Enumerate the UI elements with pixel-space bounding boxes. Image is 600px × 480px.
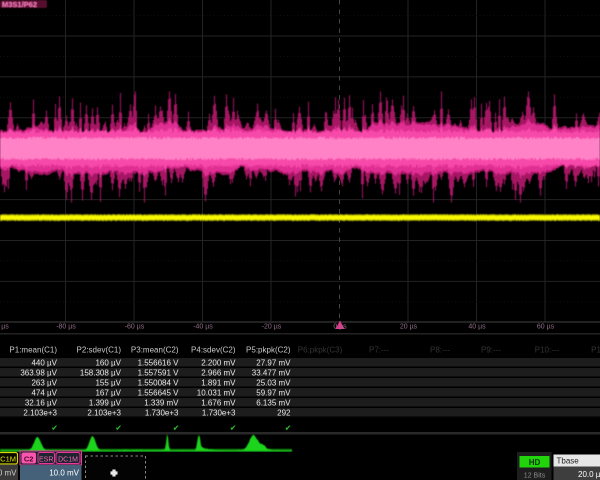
svg-text:167 µV: 167 µV: [95, 389, 121, 398]
svg-text:P11: P11: [591, 346, 600, 355]
svg-text:P8:---: P8:---: [430, 346, 450, 355]
svg-text:P5:pkpk(C2): P5:pkpk(C2): [246, 346, 291, 355]
svg-text:25.03 mV: 25.03 mV: [256, 379, 291, 388]
svg-text:1.399 µV: 1.399 µV: [89, 399, 122, 408]
svg-text:2.103e+3: 2.103e+3: [23, 409, 57, 418]
svg-text:1.676 mV: 1.676 mV: [201, 399, 236, 408]
svg-text:20.0 µs: 20.0 µs: [578, 470, 600, 479]
svg-text:2.103e+3: 2.103e+3: [87, 409, 121, 418]
svg-text:10.0 mV: 10.0 mV: [49, 469, 79, 478]
svg-text:1.891 mV: 1.891 mV: [201, 379, 236, 388]
svg-text:27.97 mV: 27.97 mV: [256, 359, 291, 368]
svg-text:P9:---: P9:---: [481, 346, 501, 355]
svg-text:6.135 mV: 6.135 mV: [256, 399, 291, 408]
svg-text:263 µV: 263 µV: [31, 379, 57, 388]
svg-text:✔: ✔: [285, 424, 292, 433]
svg-text:155 µV: 155 µV: [95, 379, 121, 388]
svg-text:DC1M: DC1M: [58, 457, 78, 464]
svg-text:59.97 mV: 59.97 mV: [256, 389, 291, 398]
svg-text:1.730e+3: 1.730e+3: [202, 409, 236, 418]
svg-text:40 µs: 40 µs: [468, 324, 486, 331]
svg-text:Tbase: Tbase: [557, 457, 580, 466]
svg-text:33.477 mV: 33.477 mV: [252, 369, 291, 378]
svg-text:474 µV: 474 µV: [31, 389, 57, 398]
svg-text:1.730e+3: 1.730e+3: [145, 409, 179, 418]
svg-text:363.98 µV: 363.98 µV: [20, 369, 57, 378]
svg-text:-60 µs: -60 µs: [125, 324, 145, 331]
svg-text:✔: ✔: [230, 424, 237, 433]
svg-text:2.200 mV: 2.200 mV: [201, 359, 236, 368]
svg-text:P7:---: P7:---: [369, 346, 389, 355]
svg-text:ESR: ESR: [39, 457, 53, 464]
svg-text:1.339 mV: 1.339 mV: [144, 399, 179, 408]
svg-text:12 Bits: 12 Bits: [524, 473, 546, 480]
svg-text:1.556645 V: 1.556645 V: [138, 389, 180, 398]
svg-text:-40 µs: -40 µs: [193, 324, 213, 331]
svg-text:P1:mean(C1): P1:mean(C1): [9, 346, 57, 355]
svg-text:-20 µs: -20 µs: [262, 324, 282, 331]
svg-text:160 µV: 160 µV: [95, 359, 121, 368]
svg-text:292: 292: [277, 409, 291, 418]
svg-text:0 mV: 0 mV: [0, 469, 17, 478]
svg-text:✔: ✔: [51, 424, 58, 433]
svg-text:1.550084 V: 1.550084 V: [138, 379, 180, 388]
svg-text:-80 µs: -80 µs: [56, 324, 76, 331]
svg-text:P6:pkpk(C3): P6:pkpk(C3): [298, 346, 343, 355]
svg-text:1.557591 V: 1.557591 V: [138, 369, 180, 378]
svg-text:C2: C2: [24, 455, 34, 464]
svg-text:P3:mean(C2): P3:mean(C2): [131, 346, 179, 355]
svg-text:60 µs: 60 µs: [537, 324, 555, 331]
svg-text:P2:sdev(C1): P2:sdev(C1): [77, 346, 122, 355]
svg-text:P10:---: P10:---: [535, 346, 560, 355]
svg-text:P4:sdev(C2): P4:sdev(C2): [191, 346, 236, 355]
svg-text:HD: HD: [529, 458, 541, 467]
svg-text:M3S1/P62: M3S1/P62: [2, 0, 37, 9]
svg-text:2.966 mV: 2.966 mV: [201, 369, 236, 378]
svg-text:440 µV: 440 µV: [31, 359, 57, 368]
svg-text:158.308 µV: 158.308 µV: [80, 369, 122, 378]
svg-text:20 µs: 20 µs: [400, 324, 418, 331]
svg-text:-100 µs: -100 µs: [0, 324, 9, 331]
svg-text:10.031 mV: 10.031 mV: [197, 389, 236, 398]
svg-text:✔: ✔: [115, 424, 122, 433]
svg-text:DC1M: DC1M: [0, 455, 16, 464]
svg-text:32.16 µV: 32.16 µV: [25, 399, 58, 408]
svg-text:1.556616 V: 1.556616 V: [138, 359, 180, 368]
svg-text:✔: ✔: [173, 424, 180, 433]
svg-text:0 µs: 0 µs: [333, 324, 347, 331]
